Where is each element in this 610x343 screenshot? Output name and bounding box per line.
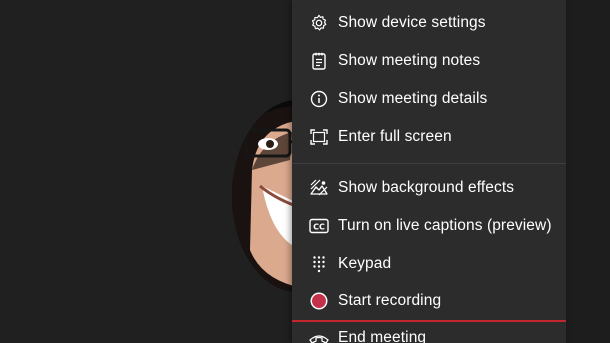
menu-item-label: Show meeting notes — [338, 52, 481, 69]
info-icon — [309, 89, 329, 109]
svg-text:CC: CC — [313, 223, 325, 232]
menu-item-label: Show meeting details — [338, 90, 488, 107]
keypad-icon — [309, 254, 329, 274]
menu-item-keypad[interactable]: Keypad — [292, 246, 566, 282]
stage-edge — [566, 0, 610, 343]
meeting-stage: Show device settings Show meeting notes — [0, 0, 610, 343]
menu-item-label: Show device settings — [338, 14, 486, 31]
menu-item-show-meeting-details[interactable]: Show meeting details — [292, 81, 566, 117]
gear-icon — [309, 13, 329, 33]
menu-item-show-device-settings[interactable]: Show device settings — [292, 5, 566, 41]
background-effects-icon — [309, 178, 329, 198]
menu-item-label: Start recording — [338, 292, 442, 309]
end-meeting-icon — [309, 328, 329, 343]
more-actions-menu: Show device settings Show meeting notes — [292, 0, 566, 343]
menu-item-label: Enter full screen — [338, 128, 452, 145]
menu-item-label: Turn on live captions (preview) — [338, 217, 552, 234]
fullscreen-icon — [309, 127, 329, 147]
menu-divider — [292, 163, 566, 164]
menu-item-show-meeting-notes[interactable]: Show meeting notes — [292, 43, 566, 79]
record-icon — [309, 291, 329, 311]
captions-icon: CC — [309, 216, 329, 236]
notes-icon — [309, 51, 329, 71]
menu-item-label: End meeting — [338, 329, 427, 343]
menu-item-end-meeting[interactable]: End meeting — [292, 320, 566, 343]
menu-item-turn-on-live-captions[interactable]: CC Turn on live captions (preview) — [292, 208, 566, 244]
menu-item-label: Keypad — [338, 255, 392, 272]
menu-item-enter-full-screen[interactable]: Enter full screen — [292, 119, 566, 155]
menu-item-label: Show background effects — [338, 179, 515, 196]
menu-item-start-recording[interactable]: Start recording — [292, 283, 566, 319]
menu-item-show-background-effects[interactable]: Show background effects — [292, 170, 566, 206]
